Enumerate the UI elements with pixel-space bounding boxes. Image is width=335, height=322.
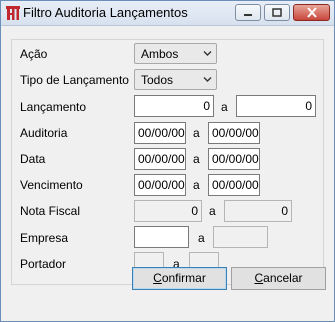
close-icon	[306, 7, 317, 18]
range-separator: a	[193, 178, 200, 192]
auditoria-label: Auditoria	[20, 126, 68, 140]
cancel-button[interactable]: Cancelar	[231, 267, 326, 290]
chevron-down-icon	[203, 51, 212, 56]
nota-fiscal-from-input[interactable]: 0	[134, 200, 202, 222]
range-separator: a	[198, 231, 205, 245]
confirm-label: onfirmar	[161, 271, 206, 285]
cancel-label: ancelar	[263, 271, 303, 285]
confirm-button[interactable]: Confirmar	[132, 267, 227, 290]
tipo-label: Tipo de Lançamento	[20, 73, 129, 87]
range-separator: a	[221, 100, 228, 114]
lancamento-label: Lançamento	[20, 100, 87, 114]
portador-label: Portador	[20, 257, 67, 271]
minimize-button[interactable]	[235, 4, 261, 21]
range-separator: a	[193, 152, 200, 166]
data-from-input[interactable]: 00/00/00	[134, 148, 186, 170]
app-logo-icon	[6, 6, 20, 20]
confirm-mnemonic: C	[153, 271, 162, 285]
chevron-down-icon	[203, 77, 212, 82]
window-title: Filtro Auditoria Lançamentos	[23, 5, 188, 20]
maximize-icon	[272, 8, 282, 17]
cancel-mnemonic: C	[254, 271, 264, 285]
nota-fiscal-to-input[interactable]: 0	[224, 200, 292, 222]
vencimento-from-input[interactable]: 00/00/00	[134, 174, 186, 196]
filter-dialog: Filtro Auditoria Lançamentos Ação Ambos …	[0, 0, 335, 322]
auditoria-from-input[interactable]: 00/00/00	[134, 122, 186, 144]
data-to-input[interactable]: 00/00/00	[208, 148, 260, 170]
maximize-button[interactable]	[264, 4, 290, 21]
range-separator: a	[193, 126, 200, 140]
empresa-from-input[interactable]	[134, 226, 189, 248]
title-bar[interactable]: Filtro Auditoria Lançamentos	[1, 1, 334, 26]
range-separator: a	[209, 204, 216, 218]
close-button[interactable]	[293, 4, 330, 21]
nota-fiscal-label: Nota Fiscal	[20, 204, 81, 218]
lancamento-to-input[interactable]: 0	[236, 95, 316, 117]
lancamento-from-input[interactable]: 0	[134, 95, 214, 117]
acao-select[interactable]: Ambos	[134, 43, 217, 64]
empresa-to-input[interactable]	[213, 226, 268, 248]
vencimento-to-input[interactable]: 00/00/00	[208, 174, 260, 196]
tipo-select[interactable]: Todos	[134, 69, 217, 90]
tipo-value: Todos	[141, 73, 174, 87]
empresa-label: Empresa	[20, 231, 69, 245]
vencimento-label: Vencimento	[20, 178, 83, 192]
auditoria-to-input[interactable]: 00/00/00	[208, 122, 260, 144]
acao-value: Ambos	[141, 47, 179, 61]
acao-label: Ação	[20, 47, 48, 61]
minimize-icon	[244, 13, 252, 16]
data-label: Data	[20, 152, 46, 166]
